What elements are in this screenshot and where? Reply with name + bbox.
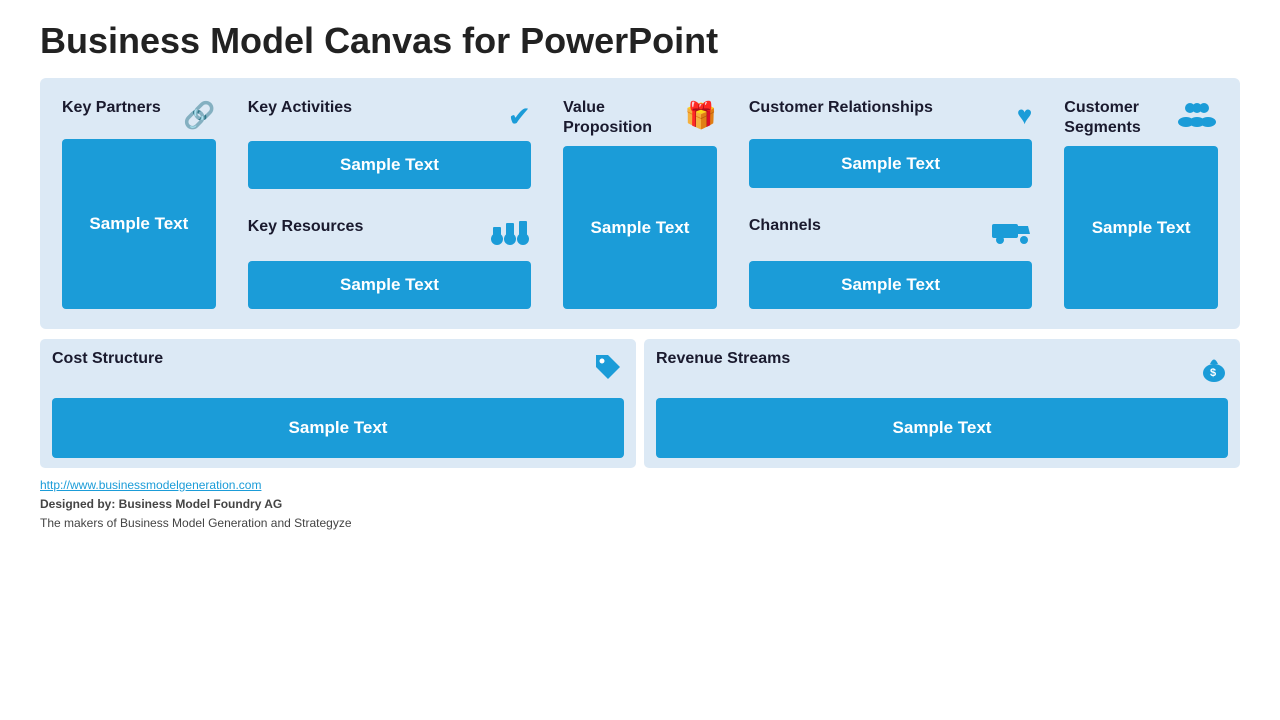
footer-tagline: The makers of Business Model Generation …: [40, 514, 1240, 533]
page-title: Business Model Canvas for PowerPoint: [40, 20, 1240, 62]
gift-icon: 🎁: [684, 100, 716, 131]
value-prop-sample: Sample Text: [563, 146, 717, 309]
cost-structure-sample: Sample Text: [52, 398, 624, 458]
key-resources-sample: Sample Text: [248, 261, 531, 309]
cell-header-cost-structure: Cost Structure: [52, 349, 624, 390]
cell-key-partners: Key Partners 🔗 Sample Text: [50, 88, 228, 319]
revenue-streams-sample: Sample Text: [656, 398, 1228, 458]
key-resources-title: Key Resources: [248, 217, 364, 237]
svg-text:$: $: [1210, 367, 1216, 379]
cell-customer-relationships: Customer Relationships ♥ Sample Text: [737, 88, 1044, 198]
cell-header-key-partners: Key Partners 🔗: [62, 98, 216, 131]
link-icon: 🔗: [183, 100, 215, 131]
cell-header-revenue-streams: Revenue Streams $: [656, 349, 1228, 390]
resources-icon: [489, 219, 531, 253]
heart-icon: ♥: [1017, 100, 1032, 131]
cell-value-proposition: Value Proposition 🎁 Sample Text: [551, 88, 729, 319]
activities-col: Key Activities ✔ Sample Text Key Resourc…: [236, 88, 543, 319]
customer-rel-sample: Sample Text: [749, 139, 1032, 188]
footer-link[interactable]: http://www.businessmodelgeneration.com: [40, 478, 261, 492]
cell-header-channels: Channels: [749, 216, 1032, 253]
customer-seg-title: Customer Segments: [1064, 98, 1176, 138]
cell-key-activities: Key Activities ✔ Sample Text: [236, 88, 543, 199]
cell-header-customer-rel: Customer Relationships ♥: [749, 98, 1032, 131]
bottom-row: Cost Structure Sample Text Revenue Strea…: [40, 339, 1240, 468]
truck-icon: [992, 218, 1032, 253]
footer-designed-by: Designed by: Business Model Foundry AG: [40, 497, 282, 511]
customer-col: Customer Relationships ♥ Sample Text Cha…: [737, 88, 1044, 319]
cell-header-customer-seg: Customer Segments: [1064, 98, 1218, 138]
value-prop-title: Value Proposition: [563, 98, 684, 138]
checkmark-icon: ✔: [508, 100, 531, 133]
cost-structure-title: Cost Structure: [52, 349, 163, 369]
revenue-streams-title: Revenue Streams: [656, 349, 790, 369]
key-partners-sample: Sample Text: [62, 139, 216, 309]
customer-rel-title: Customer Relationships: [749, 98, 933, 118]
customer-seg-sample: Sample Text: [1064, 146, 1218, 309]
key-activities-title: Key Activities: [248, 98, 352, 118]
cell-channels: Channels Sample Text: [737, 206, 1044, 319]
tag-icon: [592, 351, 624, 390]
footer: http://www.businessmodelgeneration.com D…: [40, 476, 1240, 534]
money-bag-icon: $: [1200, 351, 1228, 390]
people-icon: [1176, 100, 1218, 135]
canvas-container: Key Partners 🔗 Sample Text Key Activitie…: [40, 78, 1240, 468]
key-partners-title: Key Partners: [62, 98, 161, 118]
cell-header-key-resources: Key Resources: [248, 217, 531, 253]
channels-title: Channels: [749, 216, 821, 236]
cell-header-value-prop: Value Proposition 🎁: [563, 98, 717, 138]
top-row: Key Partners 🔗 Sample Text Key Activitie…: [40, 78, 1240, 329]
cell-cost-structure: Cost Structure Sample Text: [40, 339, 636, 468]
key-activities-sample: Sample Text: [248, 141, 531, 189]
cell-customer-segments: Customer Segments Sample Text: [1052, 88, 1230, 319]
cell-key-resources: Key Resources Sample Text: [236, 207, 543, 319]
cell-revenue-streams: Revenue Streams $ Sample Text: [644, 339, 1240, 468]
channels-sample: Sample Text: [749, 261, 1032, 309]
cell-header-key-activities: Key Activities ✔: [248, 98, 531, 133]
